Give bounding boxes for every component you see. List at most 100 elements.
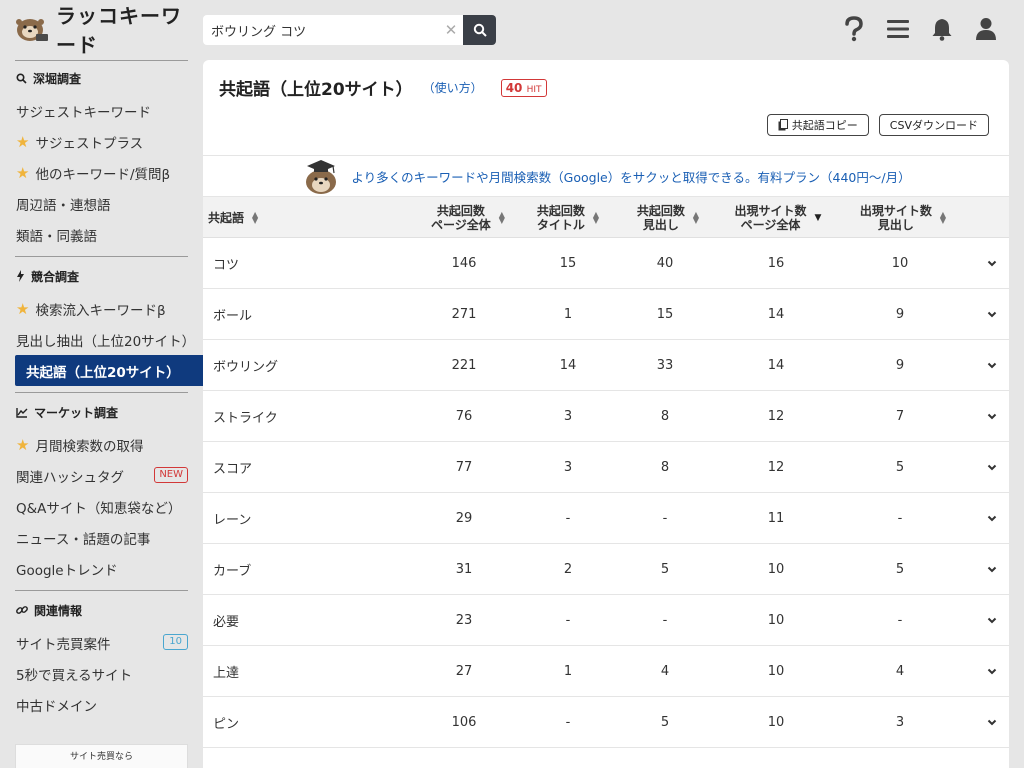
- chevron-down-icon[interactable]: [981, 646, 1003, 697]
- table-row[interactable]: ピン 106 - 5 10 3: [203, 697, 1009, 748]
- table-cell: 9: [895, 358, 905, 373]
- table-row[interactable]: ボウリング 221 14 33 14 9: [203, 340, 1009, 391]
- chevron-down-icon[interactable]: [981, 391, 1003, 442]
- table-cell: 12: [767, 460, 785, 475]
- sidebar-item-label: Q&Aサイト（知恵袋など）: [16, 500, 182, 517]
- sidebar-item-label: 共起語（上位20サイト）: [26, 364, 180, 381]
- sidebar-item[interactable]: ★ サジェストプラス: [0, 126, 203, 157]
- column-header[interactable]: 共起回数 タイトル ▲ ▼: [523, 197, 613, 238]
- chevron-down-icon[interactable]: [981, 493, 1003, 544]
- column-header-label: 共起語: [208, 211, 244, 225]
- table-cell: 33: [656, 358, 674, 373]
- sidebar-item[interactable]: 中古ドメイン: [0, 689, 203, 720]
- star-icon: ★: [16, 132, 30, 151]
- sidebar-item[interactable]: サジェストキーワード: [0, 95, 203, 126]
- sidebar-item-label: 他のキーワード/質問β: [35, 166, 171, 183]
- sort-icon[interactable]: ▲ ▼: [693, 210, 699, 224]
- table-cell: 15: [559, 256, 577, 271]
- chevron-down-icon[interactable]: [981, 544, 1003, 595]
- table-cell: 10: [767, 715, 785, 730]
- chevron-down-icon[interactable]: [981, 697, 1003, 748]
- column-header[interactable]: 共起回数 見出し ▲ ▼: [623, 197, 713, 238]
- sidebar-item[interactable]: ★ 検索流入キーワードβ: [0, 293, 203, 324]
- table-cell: 77: [455, 460, 473, 475]
- sidebar-item[interactable]: Googleトレンド: [0, 553, 203, 584]
- csv-download-button[interactable]: CSVダウンロード: [878, 114, 989, 136]
- sidebar-banner[interactable]: サイト売買なら: [15, 744, 188, 768]
- chevron-down-icon[interactable]: [981, 442, 1003, 493]
- table-cell: ボール: [213, 309, 253, 324]
- table-cell: 5: [660, 715, 670, 730]
- section-title: マーケット調査: [34, 405, 119, 420]
- sidebar-item[interactable]: ★ 月間検索数の取得: [0, 429, 203, 460]
- table-cell: 8: [660, 460, 670, 475]
- bell-icon[interactable]: [928, 14, 956, 44]
- sidebar-item-label: サジェストプラス: [35, 135, 144, 152]
- promo-link[interactable]: より多くのキーワードや月間検索数（Google）をサクッと取得できる。有料プラン…: [351, 167, 910, 186]
- table-row[interactable]: カーブ 31 2 5 10 5: [203, 544, 1009, 595]
- page-title: 共起語（上位20サイト）: [219, 80, 413, 100]
- column-header[interactable]: 共起回数 ページ全体 ▲ ▼: [418, 197, 518, 238]
- table-cell: -: [565, 613, 571, 628]
- chevron-down-icon[interactable]: [981, 238, 1003, 289]
- table-row[interactable]: ボール 271 1 15 14 9: [203, 289, 1009, 340]
- promo-banner: より多くのキーワードや月間検索数（Google）をサクッと取得できる。有料プラン…: [203, 155, 1009, 197]
- sort-icon[interactable]: ▲ ▼: [940, 210, 946, 224]
- sidebar-item[interactable]: 見出し抽出（上位20サイト）: [0, 324, 203, 355]
- table-cell: -: [897, 613, 903, 628]
- search-button[interactable]: [463, 15, 496, 45]
- panel-header: 共起語（上位20サイト） （使い方） 40 HIT: [219, 75, 547, 100]
- table-row[interactable]: 上達 27 1 4 10 4: [203, 646, 1009, 697]
- column-header-label: 共起回数 見出し: [637, 204, 685, 232]
- help-icon[interactable]: [840, 14, 868, 44]
- sort-icon[interactable]: ▲ ▼: [499, 210, 505, 224]
- table-cell: 12: [767, 409, 785, 424]
- search-input[interactable]: [203, 15, 463, 45]
- sidebar-item[interactable]: 周辺語・連想語: [0, 188, 203, 219]
- chevron-down-icon[interactable]: [981, 289, 1003, 340]
- clear-icon[interactable]: ✕: [443, 21, 459, 39]
- table-row[interactable]: スコア 77 3 8 12 5: [203, 442, 1009, 493]
- sidebar-item[interactable]: 関連ハッシュタグ NEW: [0, 460, 203, 491]
- sidebar-item-label: 類語・同義語: [16, 228, 97, 245]
- user-icon[interactable]: [972, 14, 1000, 44]
- column-header[interactable]: 共起語 ▲ ▼: [208, 197, 298, 238]
- menu-icon[interactable]: [884, 14, 912, 44]
- sidebar-item[interactable]: ニュース・話題の記事: [0, 522, 203, 553]
- table-cell: ボウリング: [213, 360, 279, 375]
- sidebar-item[interactable]: 共起語（上位20サイト）: [15, 355, 203, 386]
- table-cell: 5: [895, 562, 905, 577]
- brand-logo[interactable]: ラッコキーワード: [14, 4, 189, 57]
- sidebar-item[interactable]: 類語・同義語: [0, 219, 203, 250]
- sort-icon[interactable]: ▼: [815, 213, 822, 222]
- table-cell: -: [897, 511, 903, 526]
- sidebar-item[interactable]: サイト売買案件 10: [0, 627, 203, 658]
- table-cell: 上達: [213, 666, 240, 681]
- column-header[interactable]: 出現サイト数 見出し ▲ ▼: [848, 197, 958, 238]
- table-row[interactable]: レーン 29 - - 11 -: [203, 493, 1009, 544]
- sidebar-item-label: 見出し抽出（上位20サイト）: [16, 333, 196, 350]
- sidebar-item[interactable]: ★ 他のキーワード/質問β: [0, 157, 203, 188]
- table-cell: -: [662, 511, 668, 526]
- chevron-down-icon[interactable]: [981, 340, 1003, 391]
- section-heading: 関連情報: [0, 593, 203, 627]
- sort-icon[interactable]: ▲ ▼: [593, 210, 599, 224]
- chart-icon: [16, 407, 28, 418]
- copy-cooccurrence-button[interactable]: 共起語コピー: [766, 114, 869, 136]
- table-row[interactable]: コツ 146 15 40 16 10: [203, 238, 1009, 289]
- table-cell: 10: [891, 256, 909, 271]
- otter-mascot-icon: [14, 14, 50, 44]
- section-title: 競合調査: [31, 269, 80, 284]
- table-cell: 10: [767, 664, 785, 679]
- sort-icon[interactable]: ▲ ▼: [252, 210, 258, 224]
- column-header-line2: 見出し: [642, 217, 679, 232]
- table-row[interactable]: 必要 23 - - 10 -: [203, 595, 1009, 646]
- howto-link[interactable]: （使い方）: [423, 79, 483, 96]
- chevron-down-icon[interactable]: [981, 595, 1003, 646]
- table-cell: 3: [563, 460, 573, 475]
- sidebar-item[interactable]: 5秒で買えるサイト: [0, 658, 203, 689]
- table-cell: 3: [563, 409, 573, 424]
- sidebar-item[interactable]: Q&Aサイト（知恵袋など）: [0, 491, 203, 522]
- column-header[interactable]: 出現サイト数 ページ全体 ▼: [723, 197, 833, 238]
- table-row[interactable]: ストライク 76 3 8 12 7: [203, 391, 1009, 442]
